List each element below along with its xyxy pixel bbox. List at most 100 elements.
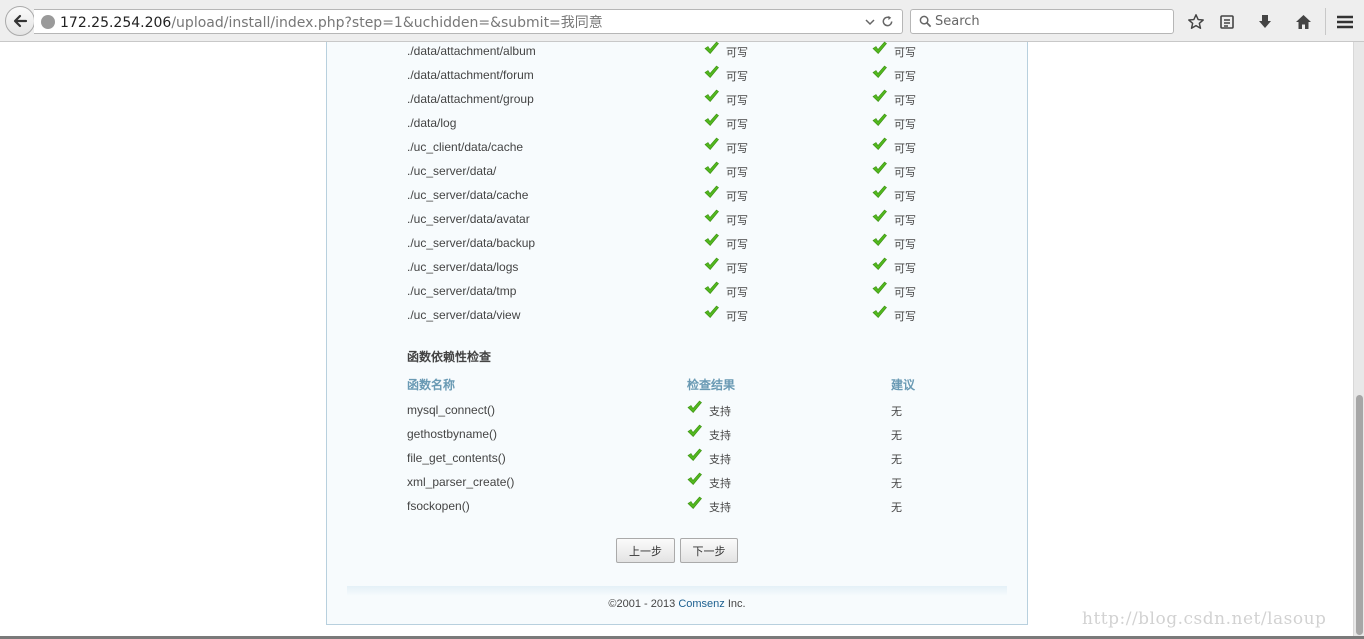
current-status: 可写 (726, 215, 748, 227)
dir-path: ./uc_server/data/view (407, 308, 521, 322)
advice: 无 (891, 478, 902, 490)
back-button[interactable] (5, 6, 35, 36)
check-icon (687, 448, 702, 461)
check-result: 支持 (709, 454, 731, 466)
check-icon (872, 209, 887, 222)
function-name: xml_parser_create() (407, 475, 515, 489)
current-status: 可写 (726, 71, 748, 83)
dir-path: ./data/attachment/group (407, 92, 534, 106)
page-scrollbar[interactable] (1353, 42, 1364, 639)
bookmark-star-icon[interactable] (1185, 11, 1207, 33)
search-input[interactable] (935, 14, 1155, 29)
check-icon (872, 113, 887, 126)
dir-path: ./uc_server/data/avatar (407, 212, 530, 226)
search-bar[interactable] (910, 9, 1174, 34)
required-status: 可写 (894, 71, 916, 83)
dropdown-chevron-icon[interactable] (865, 18, 875, 26)
check-result: 支持 (709, 502, 731, 514)
check-icon (704, 161, 719, 174)
dir-path: ./data/attachment/forum (407, 68, 534, 82)
function-row: fsockopen() 支持 无 (407, 496, 967, 520)
check-icon (872, 257, 887, 270)
dir-row: ./uc_server/data/logs 可写 可写 (407, 257, 967, 281)
dir-row: ./uc_server/data/avatar 可写 可写 (407, 209, 967, 233)
check-icon (704, 137, 719, 150)
dir-row: ./data/attachment/group 可写 可写 (407, 89, 967, 113)
current-status: 可写 (726, 167, 748, 179)
check-icon (704, 65, 719, 78)
required-status: 可写 (894, 215, 916, 227)
section-title: 函数依赖性检查 (407, 350, 492, 364)
watermark: http://blog.csdn.net/lasoup (1082, 609, 1327, 629)
dir-row: ./uc_server/data/view 可写 可写 (407, 305, 967, 329)
check-icon (872, 233, 887, 246)
check-icon (872, 305, 887, 318)
dir-row: ./uc_server/data/可写 可写 (407, 161, 967, 185)
scrollbar-thumb[interactable] (1356, 395, 1363, 635)
current-status: 可写 (726, 95, 748, 107)
check-result: 支持 (709, 478, 731, 490)
required-status: 可写 (894, 167, 916, 179)
current-status: 可写 (726, 47, 748, 59)
dir-path: ./uc_server/data/cache (407, 188, 529, 202)
menu-icon[interactable] (1334, 11, 1356, 33)
required-status: 可写 (894, 119, 916, 131)
current-status: 可写 (726, 287, 748, 299)
check-icon (704, 209, 719, 222)
current-status: 可写 (726, 191, 748, 203)
dir-path: ./uc_client/data/cache (407, 140, 524, 154)
function-row: mysql_connect() 支持 无 (407, 400, 967, 424)
check-icon (872, 137, 887, 150)
search-icon (915, 15, 935, 28)
dir-path: ./data/log (407, 116, 457, 130)
copyright-suffix: Inc. (724, 598, 746, 610)
check-icon (704, 41, 719, 54)
check-icon (872, 281, 887, 294)
required-status: 可写 (894, 287, 916, 299)
download-icon[interactable] (1254, 11, 1276, 33)
dir-row: ./uc_client/data/cache 可写 可写 (407, 137, 967, 161)
dir-row: ./data/attachment/forum 可写 可写 (407, 65, 967, 89)
prev-step-button[interactable]: 上一步 (616, 538, 675, 563)
advice: 无 (891, 454, 902, 466)
check-result: 支持 (709, 406, 731, 418)
function-name: mysql_connect() (407, 403, 496, 417)
check-icon (872, 185, 887, 198)
url-path: /upload/install/index.php?step=1&uchidde… (171, 14, 603, 31)
url-text[interactable]: 172.25.254.206/upload/install/index.php?… (60, 12, 603, 32)
check-icon (872, 41, 887, 54)
toolbar-separator (1325, 8, 1326, 35)
dir-path: ./uc_server/data/tmp (407, 284, 517, 298)
check-icon (704, 233, 719, 246)
function-name: fsockopen() (407, 499, 470, 513)
next-step-button[interactable]: 下一步 (680, 538, 738, 563)
reading-list-icon[interactable] (1216, 11, 1238, 33)
url-host: 172.25.254.206 (60, 14, 172, 31)
current-status: 可写 (726, 263, 748, 275)
check-icon (872, 161, 887, 174)
advice: 无 (891, 502, 902, 514)
check-result: 支持 (709, 430, 731, 442)
dir-row: ./uc_server/data/tmp 可写 可写 (407, 281, 967, 305)
check-icon (704, 257, 719, 270)
url-bar[interactable]: 172.25.254.206/upload/install/index.php?… (34, 9, 903, 34)
footer-band (347, 586, 1007, 596)
dir-path: ./uc_server/data/ (407, 164, 497, 178)
function-name: gethostbyname() (407, 427, 498, 441)
home-icon[interactable] (1292, 11, 1314, 33)
required-status: 可写 (894, 143, 916, 155)
required-status: 可写 (894, 311, 916, 323)
col-header-advice: 建议 (891, 378, 916, 392)
reload-icon[interactable] (881, 15, 894, 28)
current-status: 可写 (726, 311, 748, 323)
check-icon (704, 305, 719, 318)
function-row: xml_parser_create() 支持 无 (407, 472, 967, 496)
advice: 无 (891, 406, 902, 418)
check-icon (704, 281, 719, 294)
dir-row: ./data/log 可写 可写 (407, 113, 967, 137)
check-icon (872, 65, 887, 78)
check-icon (687, 496, 702, 509)
required-status: 可写 (894, 191, 916, 203)
current-status: 可写 (726, 119, 748, 131)
comsenz-link[interactable]: Comsenz (678, 598, 724, 610)
